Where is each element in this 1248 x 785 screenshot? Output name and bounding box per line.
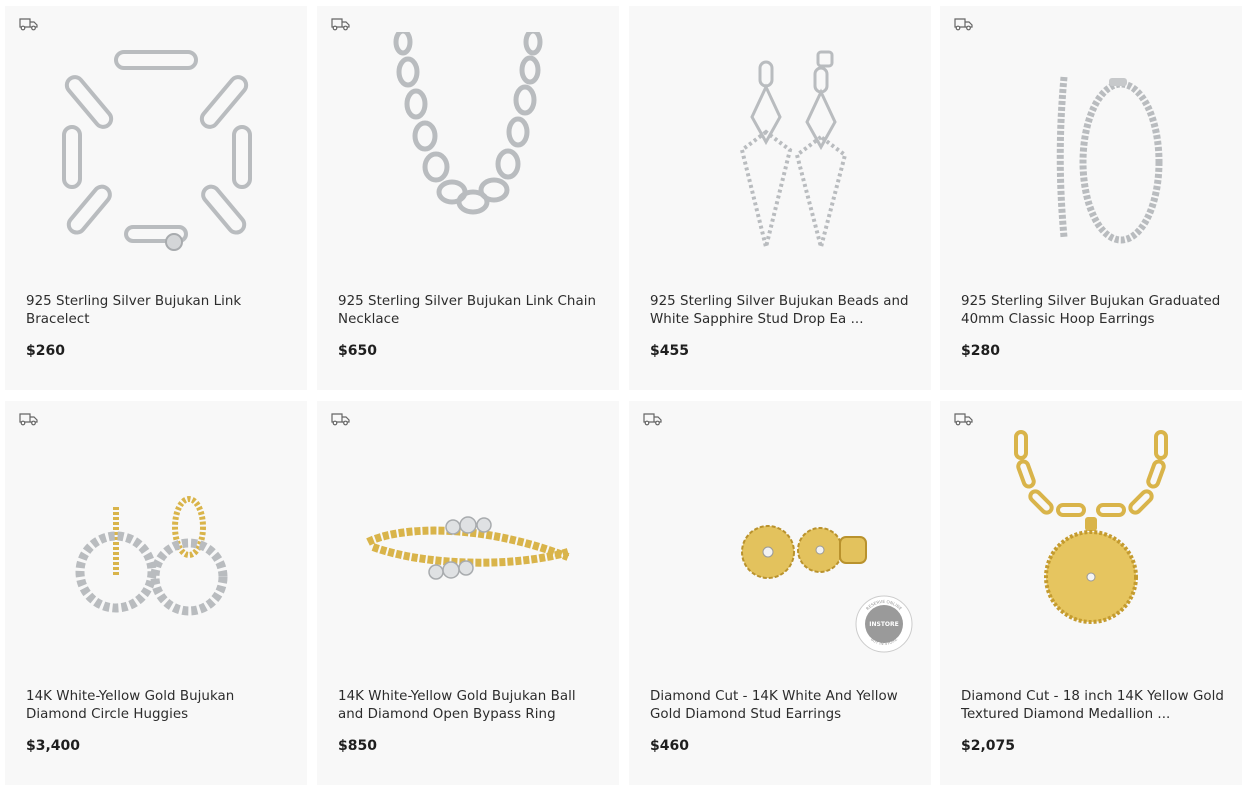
product-price: $850 bbox=[338, 738, 377, 754]
product-image[interactable] bbox=[337, 427, 599, 657]
delivery-truck-icon bbox=[330, 16, 352, 32]
product-grid: 925 Sterling Silver Bujukan Link Bracele… bbox=[0, 0, 1248, 785]
product-image[interactable] bbox=[960, 32, 1222, 262]
badge-label: INSTORE bbox=[869, 621, 899, 628]
product-title[interactable]: 925 Sterling Silver Bujukan Beads and Wh… bbox=[650, 293, 913, 329]
delivery-truck-icon bbox=[18, 411, 40, 427]
product-image[interactable] bbox=[960, 427, 1222, 657]
product-card[interactable]: 925 Sterling Silver Bujukan Beads and Wh… bbox=[629, 6, 931, 390]
product-card[interactable]: 14K White-Yellow Gold Bujukan Diamond Ci… bbox=[5, 401, 307, 785]
product-price: $3,400 bbox=[26, 738, 81, 754]
instore-badge: RESERVE ONLINE BUY IN STORE INSTORE bbox=[855, 595, 913, 657]
product-title[interactable]: 925 Sterling Silver Bujukan Link Chain N… bbox=[338, 293, 601, 329]
delivery-truck-icon bbox=[953, 16, 975, 32]
product-title[interactable]: 925 Sterling Silver Bujukan Link Bracele… bbox=[26, 293, 289, 329]
product-card[interactable]: Diamond Cut - 18 inch 14K Yellow Gold Te… bbox=[940, 401, 1242, 785]
product-price: $455 bbox=[650, 343, 689, 359]
product-price: $260 bbox=[26, 343, 65, 359]
product-image[interactable] bbox=[25, 427, 287, 657]
product-image[interactable] bbox=[25, 32, 287, 262]
product-card[interactable]: 14K White-Yellow Gold Bujukan Ball and D… bbox=[317, 401, 619, 785]
delivery-truck-icon bbox=[953, 411, 975, 427]
product-card[interactable]: 925 Sterling Silver Bujukan Link Chain N… bbox=[317, 6, 619, 390]
product-title[interactable]: 14K White-Yellow Gold Bujukan Ball and D… bbox=[338, 688, 601, 724]
product-title[interactable]: 14K White-Yellow Gold Bujukan Diamond Ci… bbox=[26, 688, 289, 724]
product-price: $460 bbox=[650, 738, 689, 754]
product-card[interactable]: 925 Sterling Silver Bujukan Graduated 40… bbox=[940, 6, 1242, 390]
delivery-truck-icon bbox=[18, 16, 40, 32]
product-image[interactable] bbox=[649, 32, 911, 262]
product-card[interactable]: RESERVE ONLINE BUY IN STORE INSTORE Diam… bbox=[629, 401, 931, 785]
product-title[interactable]: Diamond Cut - 18 inch 14K Yellow Gold Te… bbox=[961, 688, 1224, 724]
product-title[interactable]: 925 Sterling Silver Bujukan Graduated 40… bbox=[961, 293, 1224, 329]
product-price: $2,075 bbox=[961, 738, 1016, 754]
delivery-truck-icon bbox=[330, 411, 352, 427]
delivery-truck-icon bbox=[642, 411, 664, 427]
product-price: $280 bbox=[961, 343, 1000, 359]
product-image[interactable] bbox=[337, 32, 599, 262]
product-title[interactable]: Diamond Cut - 14K White And Yellow Gold … bbox=[650, 688, 913, 724]
product-card[interactable]: 925 Sterling Silver Bujukan Link Bracele… bbox=[5, 6, 307, 390]
product-price: $650 bbox=[338, 343, 377, 359]
